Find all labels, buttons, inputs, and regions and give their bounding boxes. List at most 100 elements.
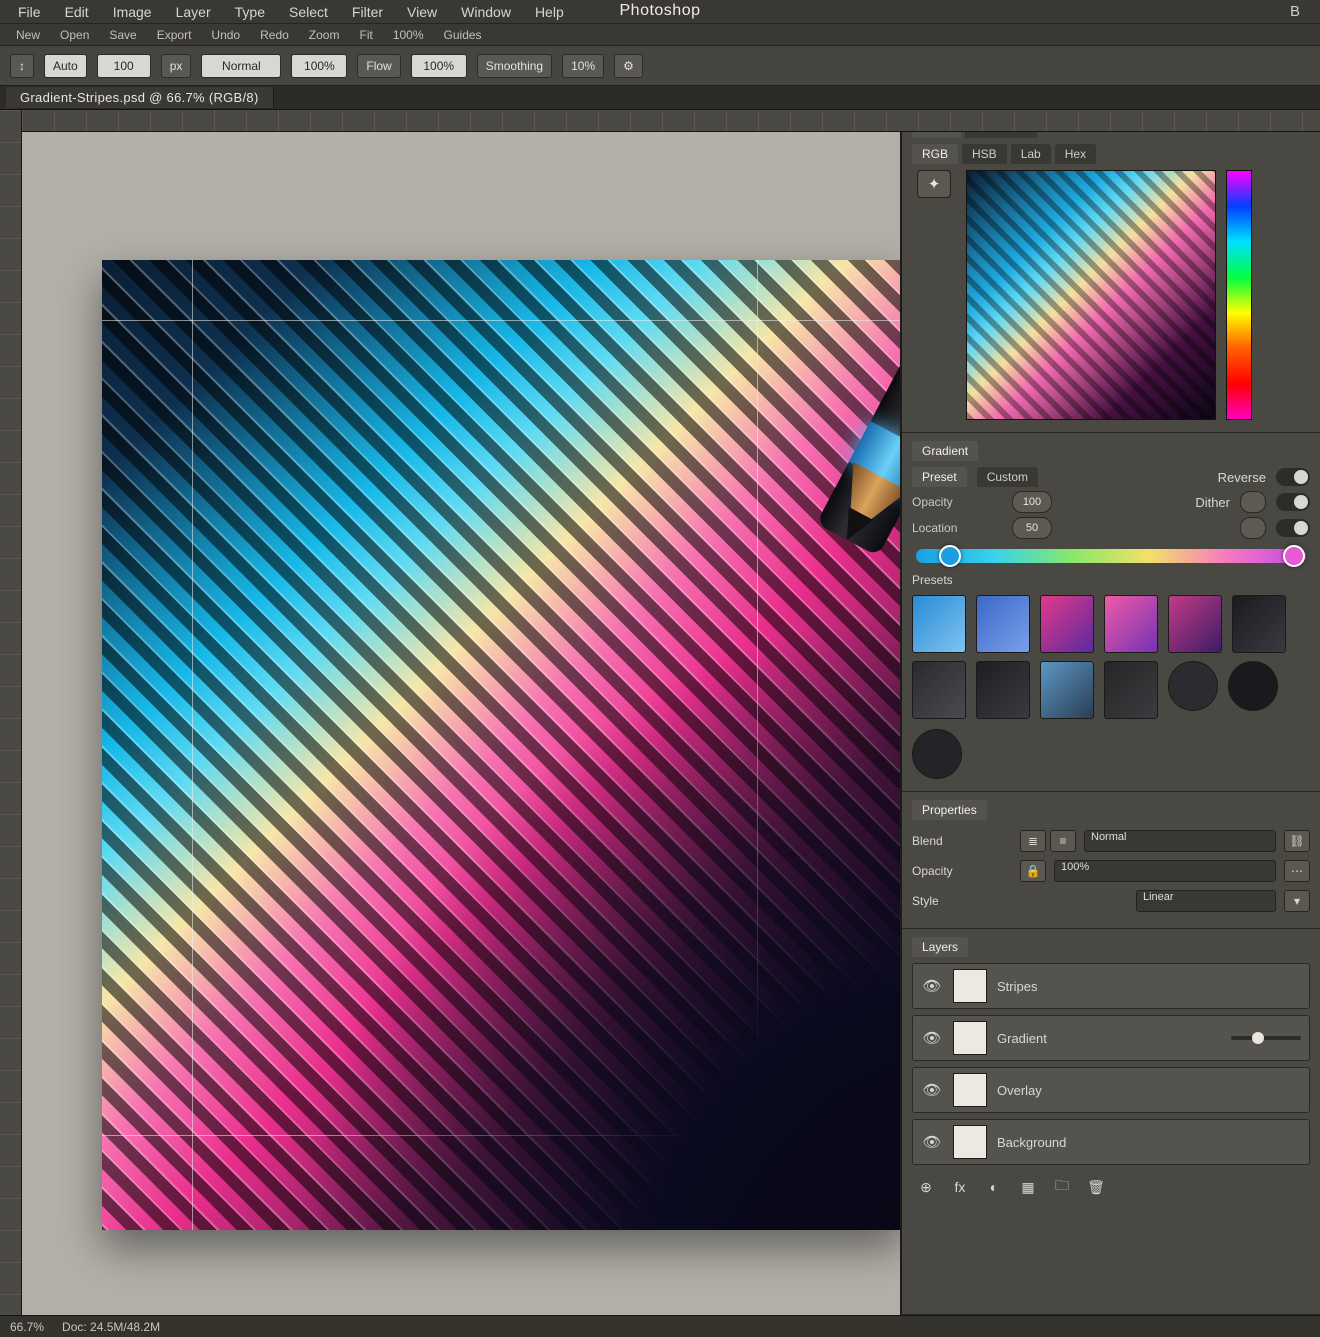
group-icon[interactable]: 🗀: [1052, 1177, 1072, 1197]
color-field[interactable]: [966, 170, 1216, 420]
fx-icon[interactable]: fx: [950, 1177, 970, 1197]
panel-title-layers[interactable]: Layers: [912, 937, 968, 957]
color-mode-tab[interactable]: Hex: [1055, 144, 1096, 164]
submenu-item[interactable]: Undo: [203, 27, 248, 43]
submenu-item[interactable]: Save: [101, 27, 144, 43]
trash-icon[interactable]: 🗑: [1086, 1177, 1106, 1197]
guide-horizontal[interactable]: [102, 320, 900, 321]
opt-chip[interactable]: 10%: [562, 54, 604, 78]
color-mode-tab[interactable]: HSB: [962, 144, 1007, 164]
panel-title-properties[interactable]: Properties: [912, 800, 987, 820]
active-tool-icon[interactable]: ↕: [10, 54, 34, 78]
gear-icon[interactable]: ⚙: [614, 54, 643, 78]
layer-name[interactable]: Overlay: [997, 1083, 1301, 1098]
submenu-item[interactable]: Export: [149, 27, 200, 43]
grad-tab-custom[interactable]: Custom: [977, 467, 1038, 487]
swatch[interactable]: [1040, 595, 1094, 653]
eyedropper-icon[interactable]: ✦: [917, 170, 951, 198]
visibility-icon[interactable]: 👁: [921, 1133, 943, 1151]
layer-name[interactable]: Gradient: [997, 1031, 1221, 1046]
status-zoom[interactable]: 66.7%: [10, 1320, 44, 1334]
ruler-vertical[interactable]: [0, 110, 22, 1315]
visibility-icon[interactable]: 👁: [921, 977, 943, 995]
menu-select[interactable]: Select: [279, 2, 338, 22]
status-docinfo[interactable]: Doc: 24.5M/48.2M: [62, 1320, 160, 1334]
swatch[interactable]: [1232, 595, 1286, 653]
grad-extra-toggle[interactable]: [1240, 517, 1266, 539]
prop-input[interactable]: Linear: [1136, 890, 1276, 912]
chevron-down-icon[interactable]: ▾: [1284, 890, 1310, 912]
lock-icon[interactable]: 🔒: [1020, 860, 1046, 882]
workspace-switch[interactable]: B: [1290, 3, 1312, 20]
submenu-item[interactable]: 100%: [385, 27, 432, 43]
layer-opacity[interactable]: [1231, 1036, 1301, 1040]
gradient-stop[interactable]: [939, 545, 961, 567]
swatch[interactable]: [1168, 595, 1222, 653]
submenu-item[interactable]: Guides: [436, 27, 490, 43]
opt-field[interactable]: 100%: [291, 54, 347, 78]
color-mode-tab[interactable]: Lab: [1011, 144, 1051, 164]
link-icon[interactable]: ⛓: [1284, 830, 1310, 852]
swatch[interactable]: [912, 729, 962, 779]
swatch[interactable]: [1104, 595, 1158, 653]
guide-vertical[interactable]: [757, 260, 758, 1230]
menu-help[interactable]: Help: [525, 2, 574, 22]
swatch[interactable]: [912, 595, 966, 653]
canvas[interactable]: [102, 260, 900, 1230]
layer-row[interactable]: 👁 Gradient: [912, 1015, 1310, 1061]
grad-location-value[interactable]: 50: [1012, 517, 1052, 539]
opt-field[interactable]: Auto: [44, 54, 87, 78]
layer-row[interactable]: 👁 Overlay: [912, 1067, 1310, 1113]
swatch[interactable]: [1104, 661, 1158, 719]
grad-reverse-toggle[interactable]: [1276, 468, 1310, 486]
submenu-item[interactable]: Fit: [351, 27, 380, 43]
submenu-item[interactable]: Zoom: [301, 27, 348, 43]
menu-window[interactable]: Window: [451, 2, 521, 22]
layer-row[interactable]: 👁 Background: [912, 1119, 1310, 1165]
opt-field[interactable]: px: [161, 54, 192, 78]
color-mode-tab[interactable]: RGB: [912, 144, 958, 164]
layer-thumb[interactable]: [953, 969, 987, 1003]
layer-thumb[interactable]: [953, 1125, 987, 1159]
layer-name[interactable]: Background: [997, 1135, 1301, 1150]
visibility-icon[interactable]: 👁: [921, 1081, 943, 1099]
swatch[interactable]: [976, 595, 1030, 653]
opt-field[interactable]: 100: [97, 54, 151, 78]
menu-image[interactable]: Image: [103, 2, 162, 22]
swatch[interactable]: [1168, 661, 1218, 711]
opt-field[interactable]: Normal: [201, 54, 281, 78]
document-tab[interactable]: Gradient-Stripes.psd @ 66.7% (RGB/8): [6, 87, 274, 108]
grad-tab-preset[interactable]: Preset: [912, 467, 967, 487]
layer-row[interactable]: 👁 Stripes: [912, 963, 1310, 1009]
align-icon[interactable]: ≡: [1050, 830, 1076, 852]
swatch[interactable]: [1040, 661, 1094, 719]
swatch[interactable]: [912, 661, 966, 719]
opt-field[interactable]: 100%: [411, 54, 467, 78]
panel-title-gradient[interactable]: Gradient: [912, 441, 978, 461]
submenu-item[interactable]: Open: [52, 27, 97, 43]
swatch[interactable]: [1228, 661, 1278, 711]
grad-dither-toggle[interactable]: [1240, 491, 1266, 513]
opacity-slider[interactable]: [1231, 1036, 1301, 1040]
gradient-bar[interactable]: [916, 549, 1306, 563]
guide-vertical[interactable]: [192, 260, 193, 1230]
grad-opacity-value[interactable]: 100: [1012, 491, 1052, 513]
prop-input[interactable]: Normal: [1084, 830, 1276, 852]
opt-field[interactable]: Flow: [357, 54, 400, 78]
layer-name[interactable]: Stripes: [997, 979, 1301, 994]
align-icon[interactable]: ≣: [1020, 830, 1046, 852]
guide-horizontal[interactable]: [102, 1135, 900, 1136]
grad-dither-switch[interactable]: [1276, 493, 1310, 511]
mask-icon[interactable]: ◐: [984, 1177, 1004, 1197]
prop-input[interactable]: 100%: [1054, 860, 1276, 882]
submenu-item[interactable]: New: [8, 27, 48, 43]
swatch[interactable]: [976, 661, 1030, 719]
new-layer-icon[interactable]: ⊕: [916, 1177, 936, 1197]
menu-view[interactable]: View: [397, 2, 447, 22]
menu-type[interactable]: Type: [225, 2, 275, 22]
grad-extra-switch[interactable]: [1276, 519, 1310, 537]
more-icon[interactable]: ⋯: [1284, 860, 1310, 882]
submenu-item[interactable]: Redo: [252, 27, 297, 43]
layer-thumb[interactable]: [953, 1073, 987, 1107]
opt-chip[interactable]: Smoothing: [477, 54, 552, 78]
